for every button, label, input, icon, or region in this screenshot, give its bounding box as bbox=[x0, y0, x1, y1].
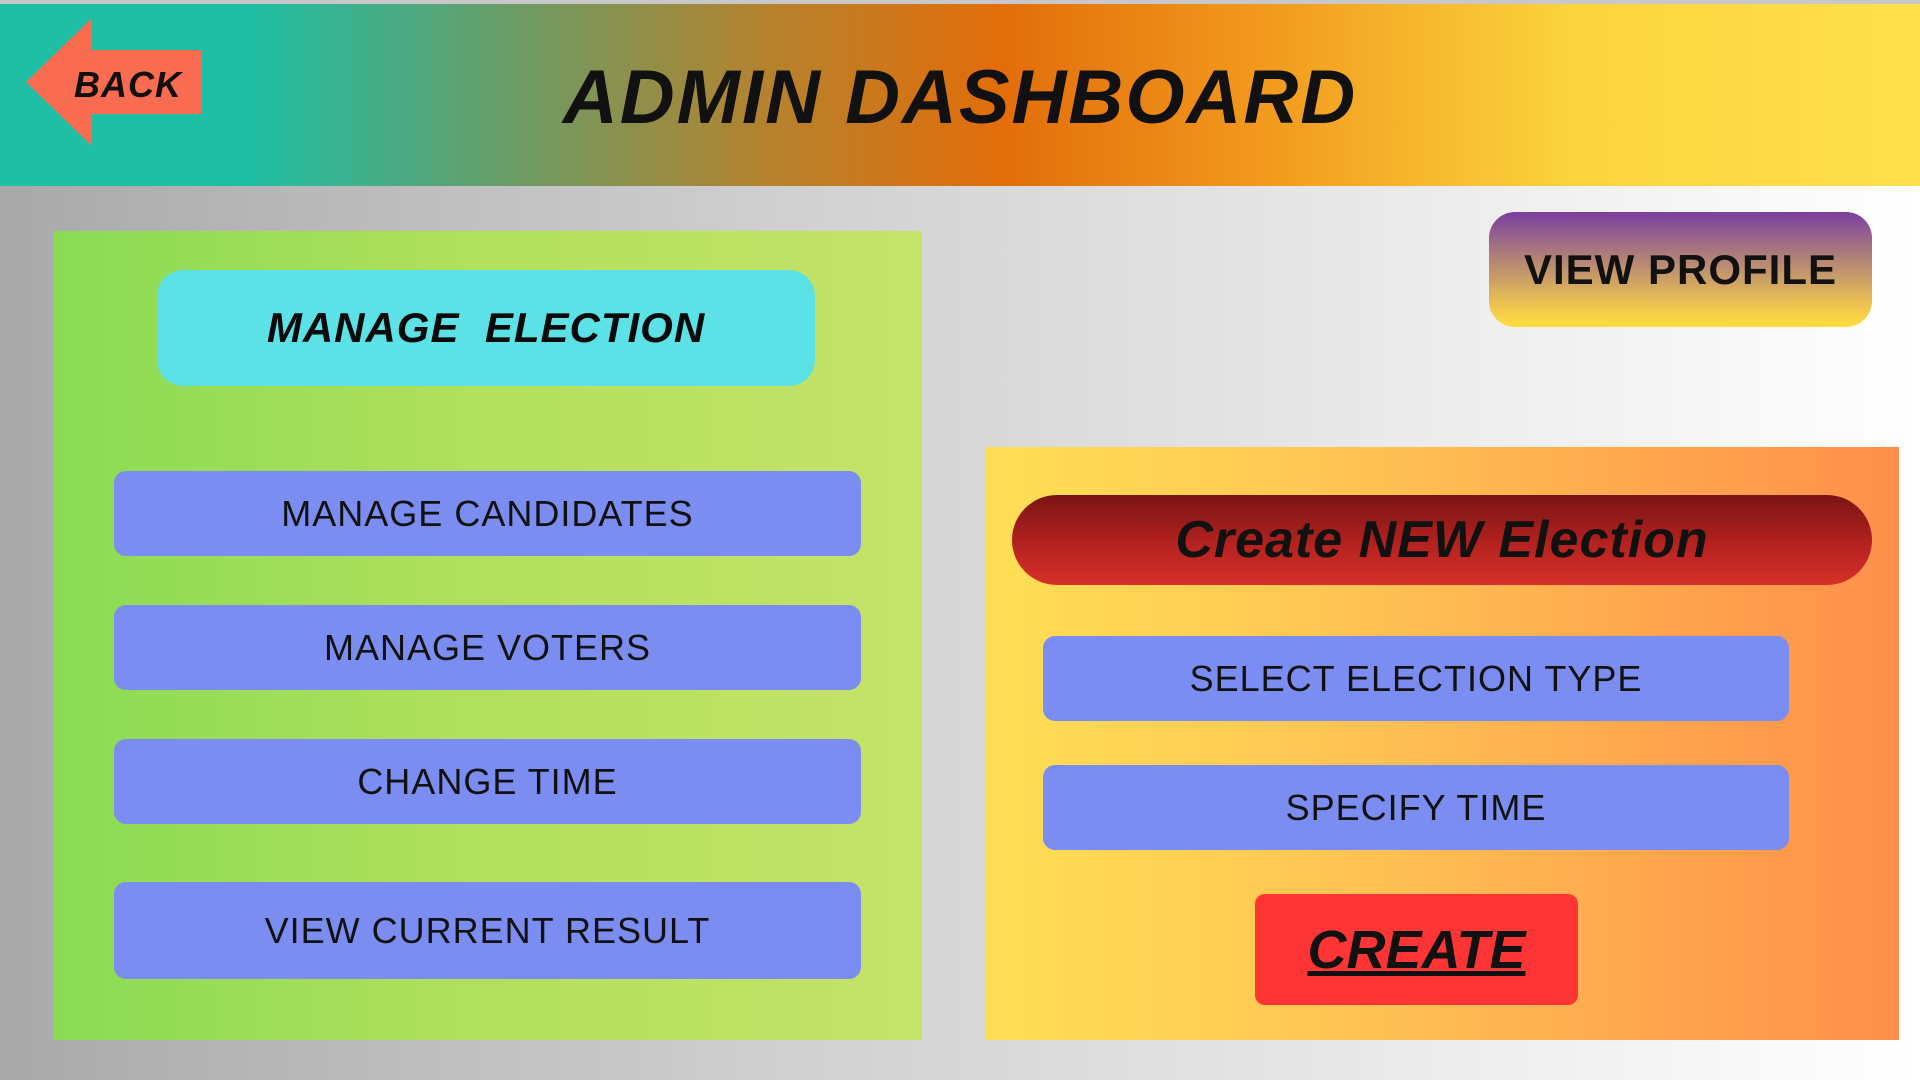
specify-time-button[interactable]: SPECIFY TIME bbox=[1043, 765, 1789, 850]
page-title: ADMIN DASHBOARD bbox=[0, 54, 1920, 141]
page-title-text: ADMIN DASHBOARD bbox=[562, 55, 1358, 140]
view-profile-button[interactable]: VIEW PROFILE bbox=[1489, 212, 1872, 327]
change-time-button[interactable]: CHANGE TIME bbox=[114, 739, 861, 824]
manage-election-button[interactable]: MANAGE ELECTION bbox=[157, 270, 815, 386]
create-new-election-heading: Create NEW Election bbox=[1012, 495, 1872, 585]
view-current-result-button[interactable]: VIEW CURRENT RESULT bbox=[114, 882, 861, 979]
create-button[interactable]: CREATE bbox=[1255, 894, 1578, 1005]
manage-candidates-button[interactable]: MANAGE CANDIDATES bbox=[114, 471, 861, 556]
manage-voters-button[interactable]: MANAGE VOTERS bbox=[114, 605, 861, 690]
select-election-type-button[interactable]: SELECT ELECTION TYPE bbox=[1043, 636, 1789, 721]
